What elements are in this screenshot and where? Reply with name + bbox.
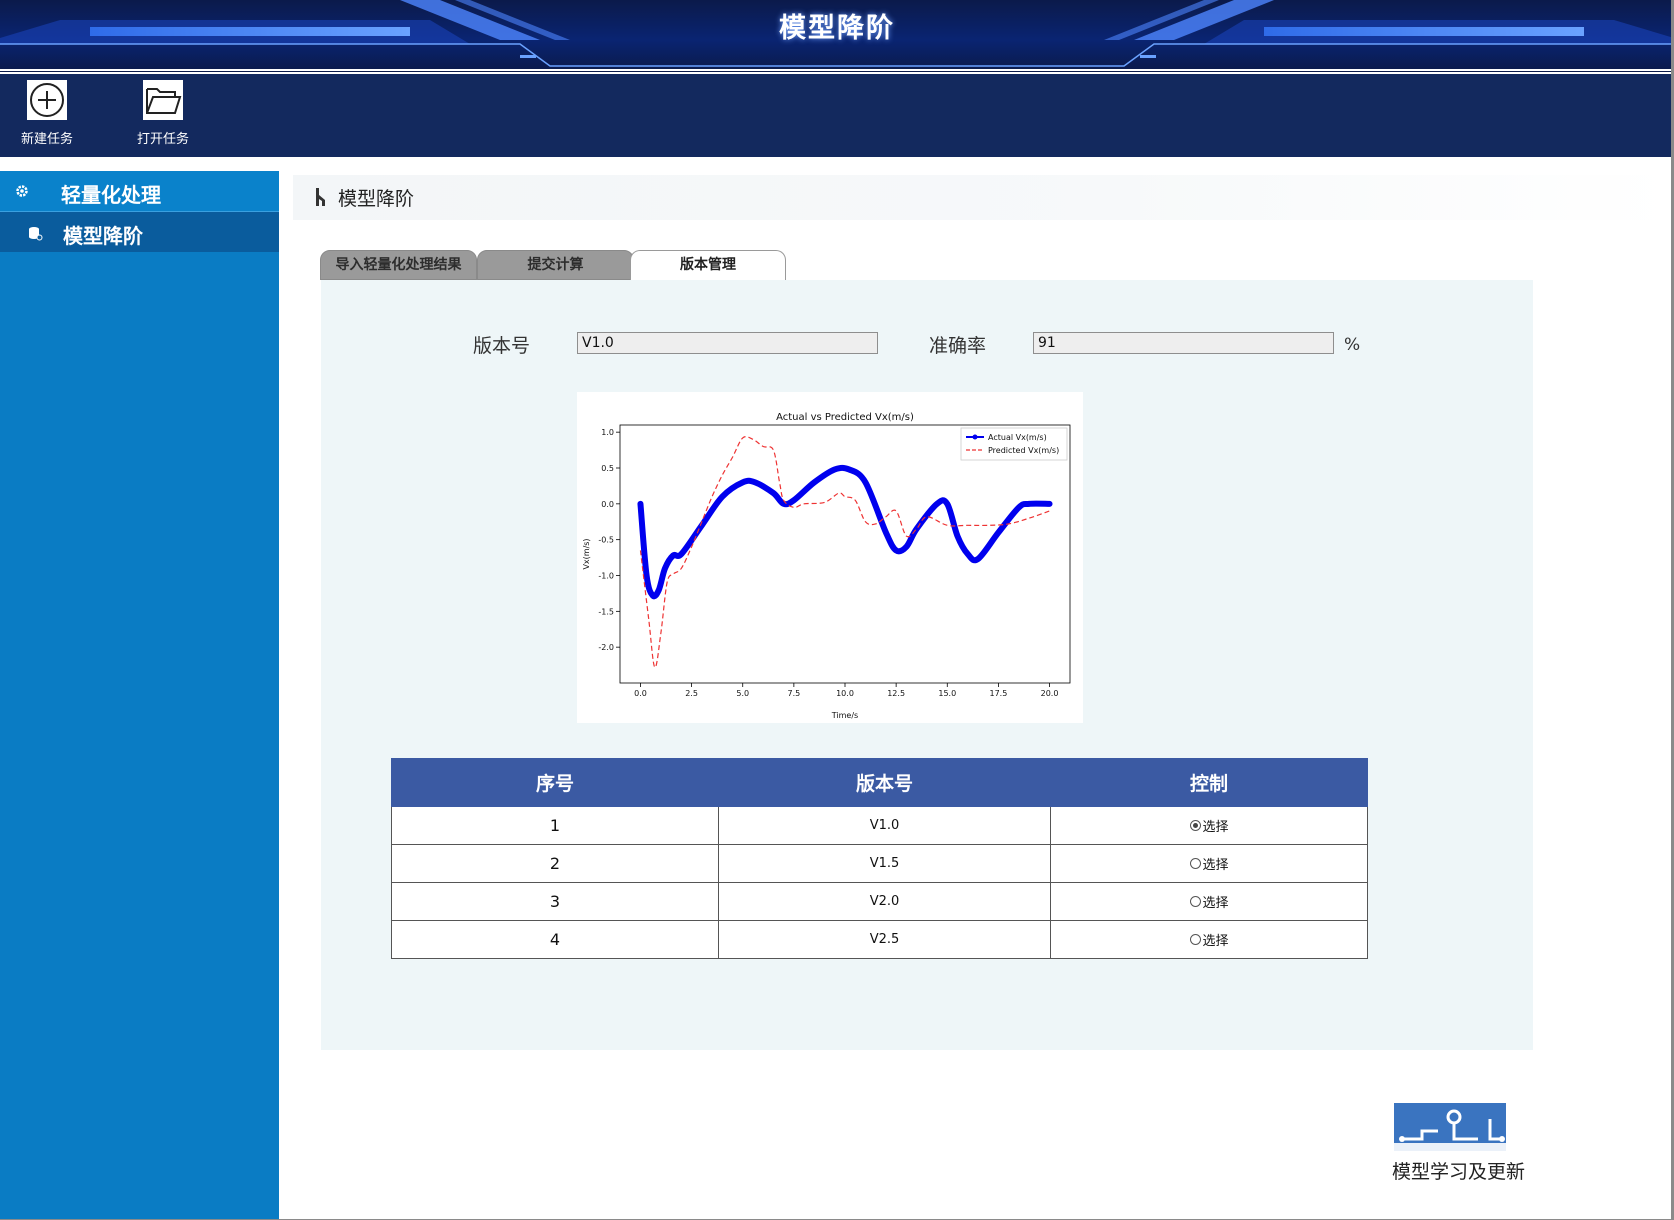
open-task-label: 打开任务 [136,132,189,147]
chart-y-axis-label: Vx(m/s) [582,538,591,569]
legend-marker-actual [972,434,978,440]
x-tick-label: 0.0 [634,689,647,698]
row-control-cell: 选择 [1050,920,1368,959]
table-row: 1 V1.0 选择 [391,806,1368,845]
select-radio-v2-5[interactable]: 选择 [1189,930,1229,949]
row-index: 3 [391,882,719,921]
gear-icon [16,185,28,197]
radio-indicator[interactable] [1189,896,1201,907]
version-field[interactable] [577,332,878,354]
y-tick-label: 0.0 [601,500,614,509]
row-control-cell: 选择 [1050,844,1368,883]
accuracy-field[interactable] [1033,332,1334,354]
x-tick-label: 5.0 [736,689,749,698]
tab-submit-computation[interactable]: 提交计算 [477,250,634,280]
plus-circle-icon [27,80,67,120]
series-line-actual [637,464,1053,600]
y-tick-label: 0.5 [601,464,614,473]
version-table: 序号 版本号 控制 1 V1.0 选择 2 V1.5 选择 3 V2.0 选择 … [391,758,1368,959]
legend-label-actual: Actual Vx(m/s) [988,433,1047,442]
table-header-row: 序号 版本号 控制 [391,758,1368,807]
radio-indicator[interactable] [1189,820,1201,831]
select-radio-v1-5[interactable]: 选择 [1189,854,1229,873]
row-version: V2.5 [717,920,1052,959]
column-header-control: 控制 [1050,758,1368,807]
new-task-button[interactable]: 新建任务 [0,80,97,147]
chart-legend: Actual Vx(m/s) Predicted Vx(m/s) [960,427,1068,461]
page-title: 模型降阶 [338,188,415,210]
accuracy-unit: % [1344,335,1361,355]
table-row: 2 V1.5 选择 [391,844,1368,883]
select-radio-v1-0[interactable]: 选择 [1189,816,1229,835]
table-row: 4 V2.5 选择 [391,920,1368,959]
y-tick-label: -1.0 [598,572,614,581]
section-marker-icon [316,188,325,206]
row-version: V1.0 [717,806,1052,845]
x-tick-label: 12.5 [887,689,905,698]
chart-x-axis-label: Time/s [831,711,858,720]
x-tick-label: 2.5 [685,689,698,698]
radio-indicator[interactable] [1189,858,1201,869]
open-task-button[interactable]: 打开任务 [113,80,213,147]
y-tick-label: -2.0 [598,643,614,652]
row-index: 2 [391,844,719,883]
column-header-index: 序号 [391,758,719,807]
vx-chart-svg: Actual vs Predicted Vx(m/s) 0.0 2.5 5.0 7.5… [582,412,1071,720]
folder-open-icon [143,80,183,120]
sidebar-group-lightweight[interactable]: 轻量化处理 [0,171,279,212]
logo-label: 模型学习及更新 [1392,1161,1526,1183]
version-label: 版本号 [473,335,531,357]
x-tick-label: 15.0 [938,689,956,698]
legend-label-predicted: Predicted Vx(m/s) [988,446,1059,455]
vx-chart: Actual vs Predicted Vx(m/s) 0.0 2.5 5.0 7.5… [577,392,1083,723]
row-control-cell: 选择 [1050,806,1368,845]
x-tick-label: 20.0 [1041,689,1059,698]
row-index: 1 [391,806,719,845]
select-radio-v2-0[interactable]: 选择 [1189,892,1229,911]
sidebar-item-model-reduction[interactable]: 模型降阶 [0,212,279,252]
toolbar: 新建任务 打开任务 [0,74,1674,157]
app-title: 模型降阶 [779,13,895,44]
y-tick-label: -0.5 [598,536,614,545]
x-tick-label: 10.0 [836,689,854,698]
tab-version-management[interactable]: 版本管理 [630,250,786,281]
row-index: 4 [391,920,719,959]
new-task-label: 新建任务 [20,132,73,147]
row-control-cell: 选择 [1050,882,1368,921]
y-tick-label: -1.5 [598,607,614,616]
y-tick-label: 1.0 [601,428,614,437]
table-row: 3 V2.0 选择 [391,882,1368,921]
radio-label: 选择 [1202,896,1229,911]
accuracy-label: 准确率 [929,335,987,357]
sidebar-group-label: 轻量化处理 [61,183,161,207]
chart-plot-frame [619,424,1071,684]
x-tick-label: 17.5 [990,689,1008,698]
content-header: 模型降阶 [293,175,1674,220]
radio-label: 选择 [1202,934,1229,949]
chart-title: Actual vs Predicted Vx(m/s) [776,412,914,423]
radio-label: 选择 [1202,858,1229,873]
sidebar-item-label: 模型降阶 [63,224,143,248]
row-version: V2.0 [717,882,1052,921]
database-icon [29,227,43,241]
column-header-version: 版本号 [717,758,1052,807]
header-banner: 模型降阶 [0,0,1674,72]
radio-label: 选择 [1202,820,1229,835]
sidebar: 轻量化处理 模型降阶 [0,171,279,1220]
x-tick-label: 7.5 [787,689,800,698]
radio-indicator[interactable] [1189,934,1201,945]
row-version: V1.5 [717,844,1052,883]
circuit-logo-icon [1394,1103,1506,1151]
tab-import-results[interactable]: 导入轻量化处理结果 [320,250,477,280]
